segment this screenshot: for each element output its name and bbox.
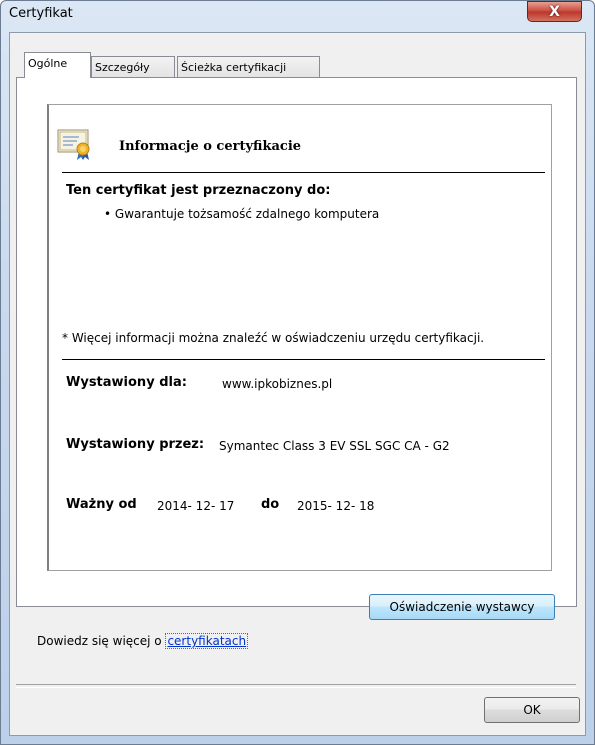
issued-by-value: Symantec Class 3 EV SSL SGC CA - G2 [219,439,450,453]
purpose-item: • Gwarantuje tożsamość zdalnego komputer… [104,207,380,221]
certificates-link[interactable]: certyfikatach [165,633,249,649]
tab-details[interactable]: Szczegóły [91,56,175,78]
issued-to-label: Wystawiony dla: [66,375,187,390]
valid-from-label: Ważny od [66,497,137,512]
divider [62,172,545,173]
divider [62,359,545,360]
close-button[interactable]: X [527,1,582,22]
tab-certification-path[interactable]: Ścieżka certyfikacji [177,56,320,78]
issued-to-value: www.ipkobiznes.pl [222,377,333,391]
ok-button[interactable]: OK [484,697,580,723]
valid-from-value: 2014- 12- 17 [157,499,235,513]
purpose-heading: Ten certyfikat jest przeznaczony do: [66,183,331,198]
title-bar[interactable]: Certyfikat X [1,1,594,33]
issuer-statement-button[interactable]: Oświadczenie wystawcy [369,594,555,620]
learn-more-text: Dowiedz się więcej o certyfikatach [37,633,249,649]
close-icon: X [549,3,560,20]
valid-to-value: 2015- 12- 18 [297,499,375,513]
window-title: Certyfikat [9,6,73,21]
learn-more-prefix: Dowiedz się więcej o [37,634,166,648]
tab-general[interactable]: Ogólne [24,52,91,78]
issuer-statement-footnote: * Więcej informacji można znaleźć w oświ… [62,331,485,345]
footer-separator [16,684,576,688]
valid-to-label: do [261,497,280,512]
certificate-icon [57,129,90,160]
info-title: Informacje o certyfikacie [119,139,302,154]
issued-by-label: Wystawiony przez: [66,437,205,452]
